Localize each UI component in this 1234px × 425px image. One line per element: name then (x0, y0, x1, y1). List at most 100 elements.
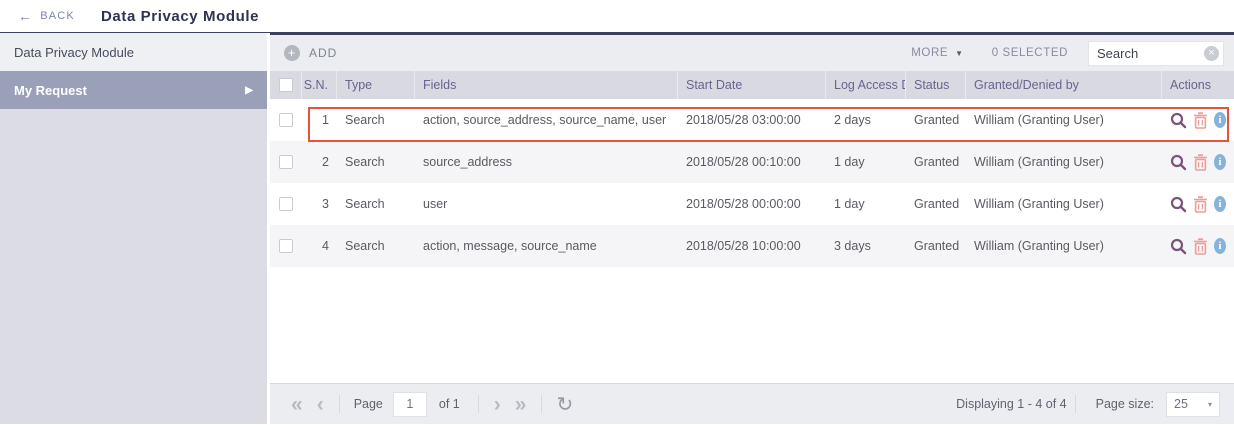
clear-search-icon[interactable]: × (1204, 45, 1219, 61)
table-row: 1 Search action, source_address, source_… (270, 99, 1234, 141)
column-header-status[interactable]: Status (906, 71, 966, 99)
info-icon[interactable]: i (1214, 154, 1226, 170)
last-page-button[interactable]: » (508, 394, 534, 415)
row-checkbox[interactable] (279, 239, 293, 253)
cell-log-access-duration: 3 days (834, 239, 871, 253)
divider (1074, 395, 1076, 413)
column-header-type[interactable]: Type (337, 71, 415, 99)
sidebar: Data Privacy Module My Request ▶ (0, 33, 267, 424)
of-total-label: of 1 (438, 397, 460, 411)
sidebar-item-label: My Request (14, 82, 87, 98)
row-checkbox[interactable] (279, 155, 293, 169)
view-search-icon[interactable] (1170, 153, 1187, 171)
back-button[interactable]: ← BACK (18, 9, 75, 23)
pagination-bar: « ‹ Page of 1 › » ↻ Displaying 1 - 4 of … (270, 383, 1234, 424)
cell-sn: 3 (322, 197, 329, 211)
chevron-down-icon: ▼ (955, 48, 964, 58)
column-header-log-access-duration[interactable]: Log Access D (826, 71, 906, 99)
delete-icon[interactable] (1193, 195, 1208, 213)
info-icon[interactable]: i (1214, 238, 1226, 254)
app-window: ← BACK Data Privacy Module Data Privacy … (0, 0, 1234, 424)
cell-granted-denied-by: William (Granting User) (974, 113, 1104, 127)
cell-sn: 4 (322, 239, 329, 253)
cell-actions: i (1162, 225, 1234, 267)
cell-type: Search (345, 155, 385, 169)
more-label: MORE (911, 47, 949, 59)
sidebar-item-my-request[interactable]: My Request ▶ (0, 71, 267, 109)
chevron-down-icon: ▾ (1207, 399, 1212, 409)
add-button[interactable]: + ADD (284, 45, 337, 61)
cell-type: Search (345, 197, 385, 211)
cell-granted-denied-by: William (Granting User) (974, 239, 1104, 253)
page-number-input[interactable] (392, 391, 427, 417)
more-button[interactable]: MORE ▼ (911, 47, 963, 59)
select-all-checkbox[interactable] (278, 78, 293, 92)
cell-log-access-duration: 1 day (834, 197, 865, 211)
cell-fields: action, source_address, source_name, use… (423, 113, 667, 127)
column-header-actions: Actions (1170, 78, 1211, 92)
column-header-start-date[interactable]: Start Date (678, 71, 826, 99)
cell-sn: 2 (322, 155, 329, 169)
table-body: 1 Search action, source_address, source_… (270, 99, 1234, 267)
top-header: ← BACK Data Privacy Module (0, 0, 1234, 33)
sidebar-item-data-privacy-module[interactable]: Data Privacy Module (0, 33, 267, 71)
back-label: BACK (40, 10, 75, 22)
cell-start-date: 2018/05/28 00:10:00 (686, 155, 801, 169)
grid-toolbar: + ADD MORE ▼ 0 SELECTED × (270, 35, 1234, 71)
row-checkbox[interactable] (279, 197, 293, 211)
displaying-range-label: Displaying 1 - 4 of 4 (956, 397, 1067, 411)
page-size-select[interactable]: 25 ▾ (1166, 391, 1220, 417)
prev-page-button[interactable]: ‹ (310, 394, 331, 415)
divider (477, 395, 479, 413)
column-header-fields[interactable]: Fields (415, 71, 678, 99)
next-page-button[interactable]: › (487, 394, 508, 415)
cell-type: Search (345, 239, 385, 253)
cell-log-access-duration: 2 days (834, 113, 871, 127)
cell-granted-denied-by: William (Granting User) (974, 197, 1104, 211)
cell-actions: i (1162, 183, 1234, 225)
sidebar-item-label: Data Privacy Module (14, 44, 134, 60)
info-icon[interactable]: i (1214, 112, 1226, 128)
cell-granted-denied-by: William (Granting User) (974, 155, 1104, 169)
delete-icon[interactable] (1193, 111, 1208, 129)
info-icon[interactable]: i (1214, 196, 1226, 212)
cell-log-access-duration: 1 day (834, 155, 865, 169)
column-header-sn[interactable]: S.N. (302, 71, 337, 99)
cell-start-date: 2018/05/28 10:00:00 (686, 239, 801, 253)
cell-sn: 1 (322, 113, 329, 127)
selected-count: 0 SELECTED (991, 47, 1068, 59)
cell-status: Granted (914, 197, 960, 211)
view-search-icon[interactable] (1170, 195, 1187, 213)
table-row: 4 Search action, message, source_name 20… (270, 225, 1234, 267)
cell-status: Granted (914, 239, 960, 253)
grid-panel: + ADD MORE ▼ 0 SELECTED × S. (270, 33, 1234, 424)
cell-type: Search (345, 113, 385, 127)
cell-status: Granted (914, 155, 960, 169)
row-checkbox[interactable] (279, 113, 293, 127)
page-label: Page (353, 397, 383, 411)
view-search-icon[interactable] (1170, 237, 1187, 255)
search-box: × (1088, 40, 1224, 66)
plus-icon: + (284, 45, 300, 61)
divider (541, 395, 543, 413)
table-row: 2 Search source_address 2018/05/28 00:10… (270, 141, 1234, 183)
table-row: 3 Search user 2018/05/28 00:00:00 1 day … (270, 183, 1234, 225)
view-search-icon[interactable] (1170, 111, 1187, 129)
table-header: S.N. Type Fields Start Date Log Access D… (270, 71, 1234, 99)
cell-actions: i (1162, 99, 1234, 141)
first-page-button[interactable]: « (284, 394, 310, 415)
chevron-right-icon: ▶ (245, 84, 253, 96)
column-header-granted-denied-by[interactable]: Granted/Denied by (966, 71, 1162, 99)
page-size-value: 25 (1174, 397, 1188, 411)
delete-icon[interactable] (1193, 237, 1208, 255)
delete-icon[interactable] (1193, 153, 1208, 171)
cell-start-date: 2018/05/28 00:00:00 (686, 197, 801, 211)
refresh-icon[interactable]: ↻ (550, 392, 579, 417)
cell-start-date: 2018/05/28 03:00:00 (686, 113, 801, 127)
page-title: Data Privacy Module (100, 7, 260, 25)
cell-fields: user (423, 197, 448, 211)
cell-fields: source_address (423, 155, 512, 169)
page-size-label: Page size: (1095, 397, 1154, 411)
cell-fields: action, message, source_name (423, 239, 597, 253)
cell-actions: i (1162, 141, 1234, 183)
